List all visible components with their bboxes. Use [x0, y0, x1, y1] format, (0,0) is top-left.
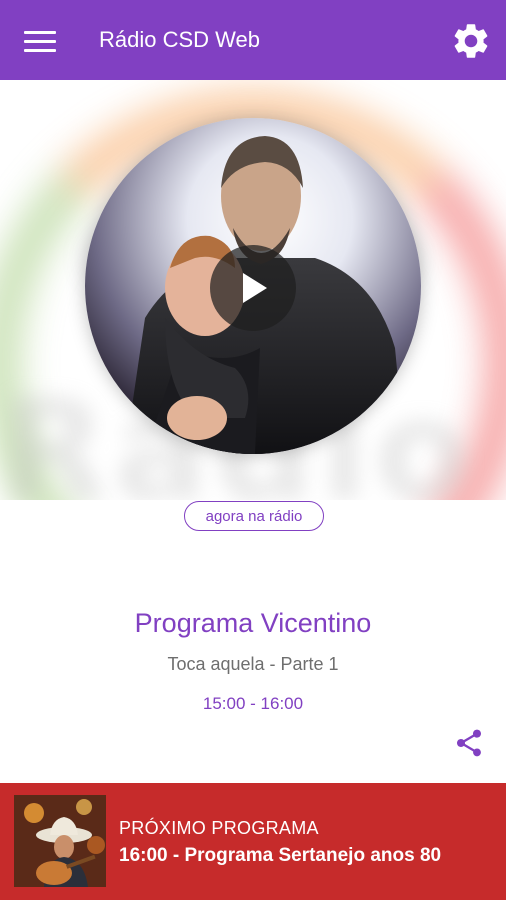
app-title: Rádio CSD Web [99, 27, 260, 52]
next-program-name: 16:00 - Programa Sertanejo anos 80 [119, 845, 442, 866]
program-title: Programa Vicentino [134, 608, 372, 638]
now-playing-badge: agora na rádio [184, 501, 324, 531]
next-program-bar[interactable]: PRÓXIMO PROGRAMA 16:00 - Programa Sertan… [0, 783, 506, 900]
play-icon [243, 273, 267, 303]
play-button[interactable] [210, 245, 296, 331]
share-icon[interactable] [453, 727, 485, 759]
program-subtitle: Toca aquela - Parte 1 [167, 654, 339, 674]
program-time: 15:00 - 16:00 [202, 694, 304, 713]
app-bar: Rádio CSD Web [0, 0, 506, 80]
menu-icon[interactable] [24, 28, 56, 54]
player-area: Rádio CSD W [0, 80, 506, 500]
next-program-thumbnail [14, 795, 106, 887]
next-program-label: PRÓXIMO PROGRAMA [119, 818, 319, 838]
gear-icon[interactable] [450, 20, 492, 62]
